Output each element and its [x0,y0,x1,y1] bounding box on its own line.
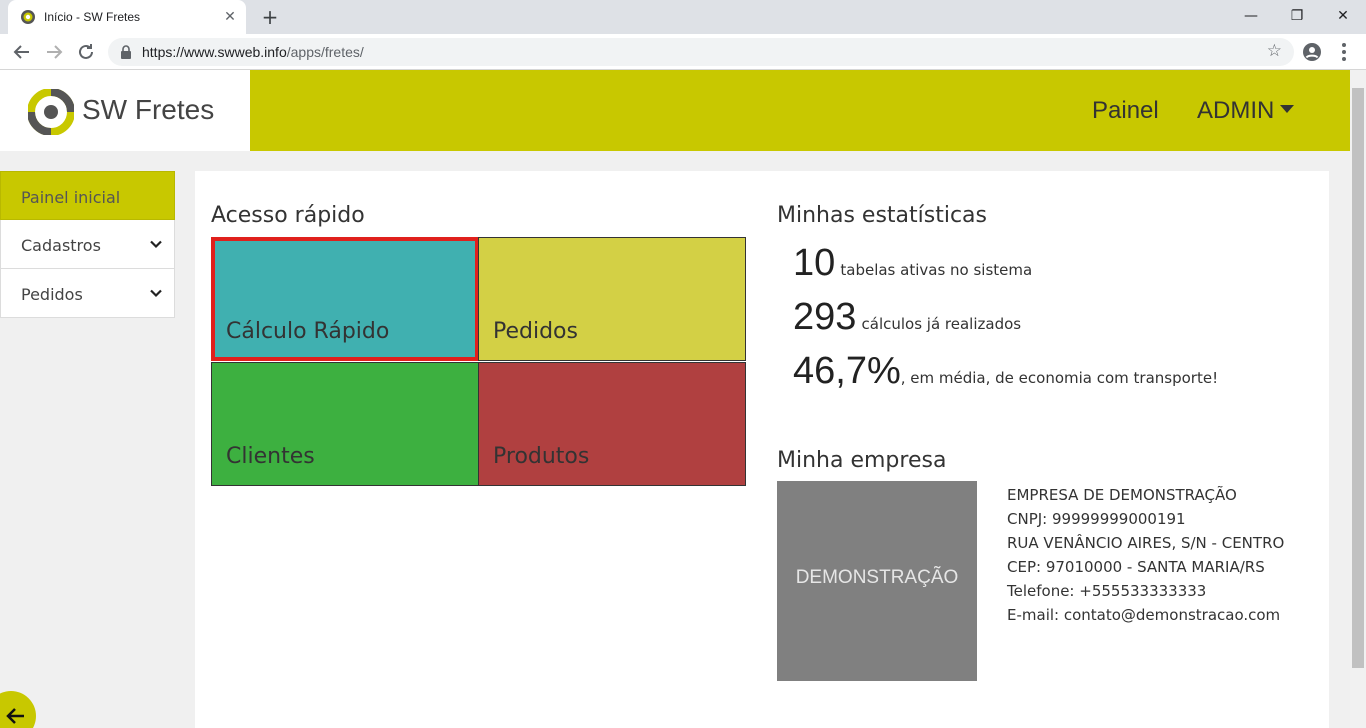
sidebar-item-pedidos[interactable]: Pedidos [0,269,175,318]
brand-area[interactable]: SW Fretes [0,70,250,151]
tab-close-icon[interactable]: ✕ [222,9,238,25]
company-cnpj: CNPJ: 99999999000191 [1007,510,1186,528]
stat-number: 293 [793,296,857,338]
stat-tabelas: 10 tabelas ativas no sistema [793,242,1032,285]
stats-title: Minhas estatísticas [777,203,987,228]
collapse-sidebar-button[interactable] [0,691,36,728]
address-bar[interactable]: https://www.swweb.info/apps/fretes/ ☆ [108,38,1294,66]
sidebar: Painel inicial Cadastros Pedidos [0,171,175,318]
bookmark-star-icon[interactable]: ☆ [1267,41,1282,61]
url-host: https://www.swweb.info [142,44,287,60]
restore-button[interactable]: ❐ [1274,0,1320,34]
company-logo-label: DEMONSTRAÇÃO [795,567,959,588]
stat-number: 10 [793,242,836,284]
nav-painel-link[interactable]: Painel [1092,97,1159,125]
stat-calculos: 293 cálculos já realizados [793,296,1021,339]
stat-description: cálculos já realizados [861,315,1022,333]
chevron-down-icon [150,289,162,298]
company-details: EMPRESA DE DEMONSTRAÇÃO CNPJ: 9999999900… [1007,483,1284,627]
tile-pedidos[interactable]: Pedidos [478,237,746,361]
company-name: EMPRESA DE DEMONSTRAÇÃO [1007,486,1237,504]
scrollbar-thumb[interactable] [1352,88,1364,668]
company-address: RUA VENÂNCIO AIRES, S/N - CENTRO [1007,534,1285,552]
tab-title: Início - SW Fretes [44,10,141,24]
company-logo-placeholder: DEMONSTRAÇÃO [777,481,977,681]
company-phone: Telefone: +555533333333 [1007,582,1207,600]
sidebar-item-painel-inicial[interactable]: Painel inicial [0,171,175,220]
stat-description: , em média, de economia com transporte! [900,369,1219,387]
tile-produtos[interactable]: Produtos [478,362,746,486]
browser-tab-bar: Início - SW Fretes ✕ + — ❐ ✕ [0,0,1366,34]
page-viewport: SW Fretes Painel ADMIN Painel inicial Ca… [0,70,1350,728]
page-scrollbar[interactable] [1350,70,1366,728]
sw-favicon-icon [21,10,35,24]
stat-description: tabelas ativas no sistema [840,261,1033,279]
lock-icon [121,45,131,59]
profile-icon[interactable] [1300,40,1324,64]
sidebar-item-label: Cadastros [21,236,101,255]
admin-menu[interactable]: ADMIN [1197,97,1295,125]
app-header: SW Fretes Painel ADMIN [0,70,1350,151]
url-path: /apps/fretes/ [286,44,364,60]
close-window-button[interactable]: ✕ [1320,0,1366,34]
tile-clientes[interactable]: Clientes [211,362,479,486]
caret-down-icon [1280,104,1295,113]
forward-arrow-icon[interactable] [42,40,66,64]
brand-name: SW Fretes [82,94,215,125]
browser-toolbar: https://www.swweb.info/apps/fretes/ ☆ [0,34,1366,70]
chevron-down-icon [150,240,162,249]
tile-label: Clientes [226,444,315,469]
sw-logo-icon [28,89,74,135]
url-text: https://www.swweb.info/apps/fretes/ [142,44,364,60]
menu-dots-icon[interactable] [1332,40,1356,64]
tile-label: Produtos [493,444,590,469]
company-cep: CEP: 97010000 - SANTA MARIA/RS [1007,558,1265,576]
stat-economia: 46,7%, em média, de economia com transpo… [793,350,1218,393]
new-tab-button[interactable]: + [256,5,284,29]
arrow-left-icon [6,708,24,724]
company-email: E-mail: contato@demonstracao.com [1007,606,1281,624]
minimize-button[interactable]: — [1228,0,1274,34]
company-title: Minha empresa [777,448,947,473]
reload-icon[interactable] [74,40,98,64]
back-arrow-icon[interactable] [10,40,34,64]
browser-tab[interactable]: Início - SW Fretes ✕ [8,0,246,34]
tile-label: Pedidos [493,319,578,344]
quick-access-title: Acesso rápido [211,203,365,228]
tile-label: Cálculo Rápido [226,319,390,344]
sidebar-item-label: Pedidos [21,285,83,304]
sidebar-item-cadastros[interactable]: Cadastros [0,220,175,269]
tile-calculo-rapido[interactable]: Cálculo Rápido [211,237,479,361]
sidebar-item-label: Painel inicial [21,188,121,207]
stat-number: 46,7% [793,350,901,392]
admin-menu-label: ADMIN [1197,97,1275,124]
